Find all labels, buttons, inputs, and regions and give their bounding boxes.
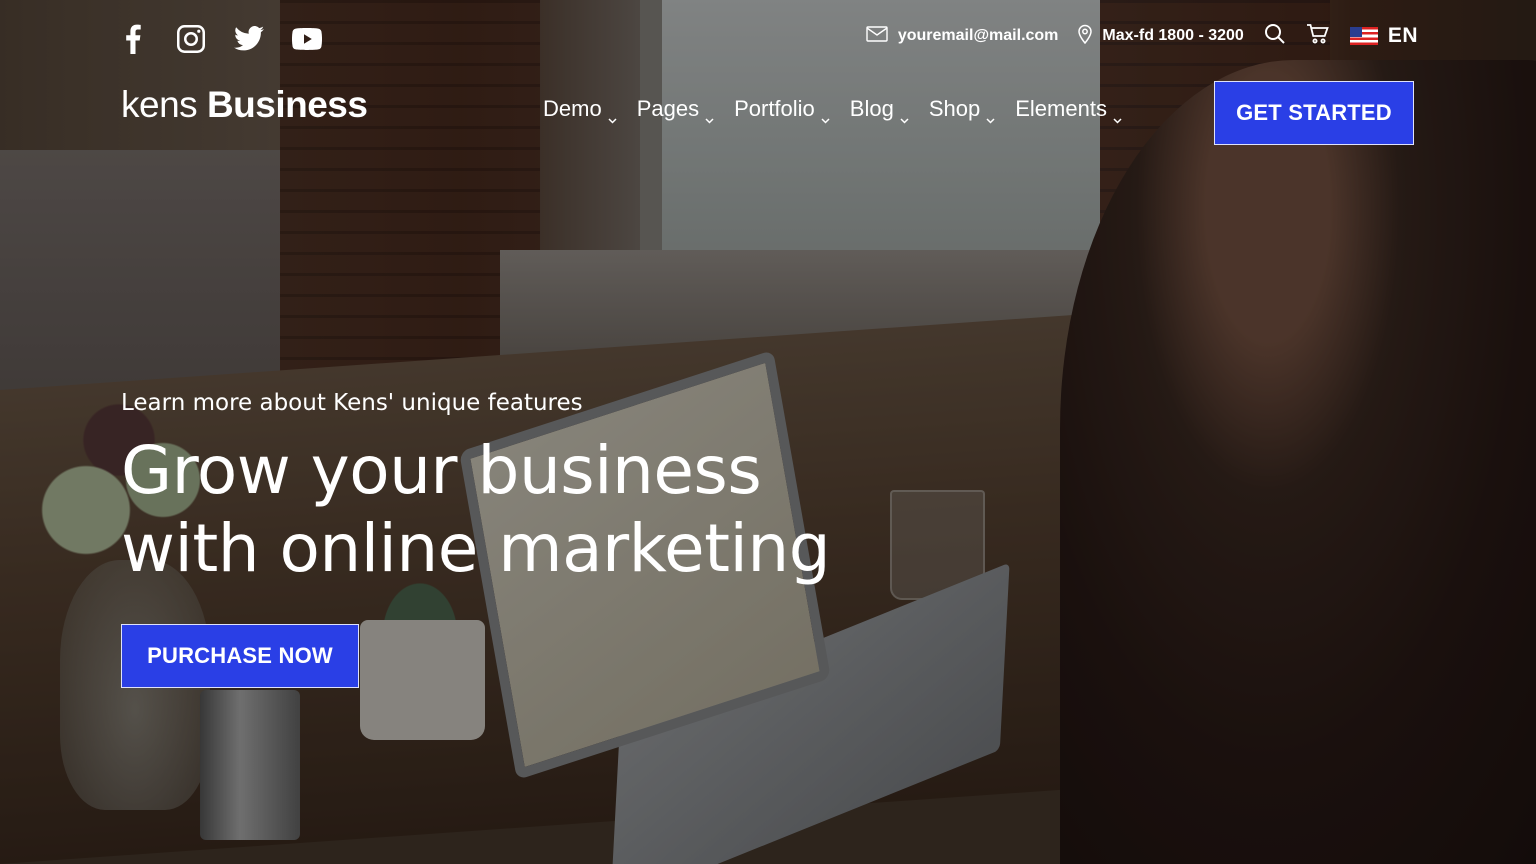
hero-title-line-2: with online marketing (121, 510, 831, 587)
hero-title-line-1: Grow your business (121, 432, 762, 509)
nav-item-pages[interactable]: Pages (636, 96, 714, 124)
map-pin-icon (1078, 24, 1093, 49)
get-started-button[interactable]: GET STARTED (1214, 81, 1414, 145)
email-text: youremail@mail.com (897, 27, 1059, 44)
nav-item-label: Shop (928, 96, 981, 121)
facebook-icon[interactable] (118, 24, 148, 54)
twitter-icon[interactable] (234, 24, 264, 54)
chevron-down-icon (608, 105, 617, 124)
youtube-icon[interactable] (292, 24, 322, 54)
nav-item-demo[interactable]: Demo (543, 96, 617, 124)
nav-item-portfolio[interactable]: Portfolio (734, 96, 830, 124)
cart-button[interactable] (1306, 23, 1330, 50)
cart-icon (1306, 23, 1330, 50)
nav-item-label: Blog (849, 96, 894, 121)
nav-item-label: Pages (636, 96, 700, 121)
language-selector[interactable]: EN (1349, 24, 1418, 48)
hero-subtitle: Learn more about Kens' unique features (121, 390, 583, 416)
purchase-now-button[interactable]: PURCHASE NOW (121, 624, 359, 688)
phone-info: Max-fd 1800 - 3200 (1078, 24, 1244, 49)
chevron-down-icon (986, 105, 995, 124)
social-links (118, 24, 322, 54)
nav-item-label: Elements (1015, 96, 1107, 121)
logo-text-light: kens (121, 84, 198, 125)
email-link[interactable]: youremail@mail.com (866, 25, 1059, 47)
envelope-icon (866, 25, 888, 47)
nav-item-elements[interactable]: Elements (1015, 96, 1122, 124)
phone-text: Max-fd 1800 - 3200 (1102, 27, 1244, 44)
logo-text-bold: Business (206, 84, 368, 125)
main-nav: Demo Pages Portfolio Blog Shop Elements (543, 96, 1122, 124)
chevron-down-icon (1113, 105, 1122, 124)
language-label: EN (1387, 24, 1418, 47)
search-icon (1264, 23, 1286, 50)
chevron-down-icon (821, 105, 830, 124)
hero-title: Grow your business with online marketing (121, 432, 831, 588)
us-flag-icon (1349, 27, 1378, 45)
nav-item-shop[interactable]: Shop (928, 96, 995, 124)
instagram-icon[interactable] (176, 24, 206, 54)
nav-item-label: Portfolio (734, 96, 815, 121)
search-button[interactable] (1264, 23, 1286, 50)
chevron-down-icon (900, 105, 909, 124)
nav-item-label: Demo (543, 96, 602, 121)
top-info-bar: youremail@mail.com Max-fd 1800 - 3200 EN (866, 22, 1418, 50)
site-logo[interactable]: kens Business (121, 84, 368, 126)
chevron-down-icon (705, 105, 714, 124)
nav-item-blog[interactable]: Blog (849, 96, 909, 124)
